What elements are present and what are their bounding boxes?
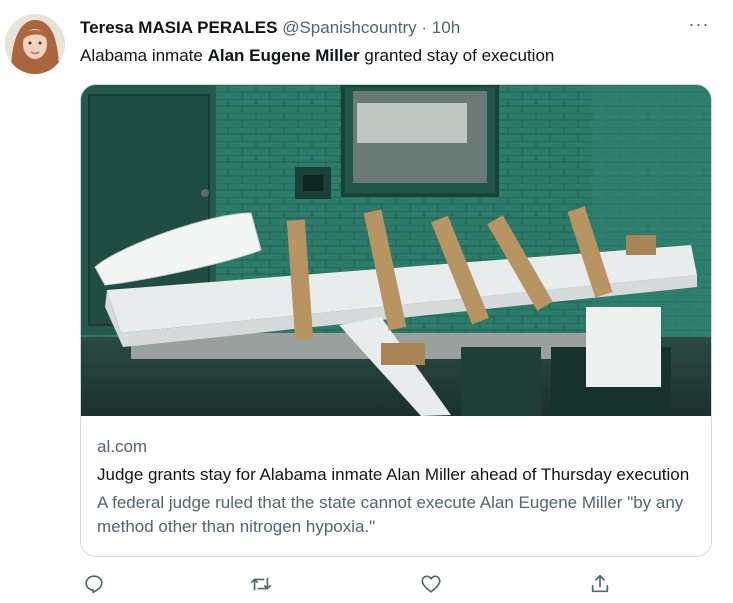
card-description: A federal judge ruled that the state can… [97, 493, 684, 536]
tweet[interactable]: Teresa MASIA PERALES @Spanishcountry · 1… [0, 0, 733, 603]
retweet-button[interactable] [247, 570, 275, 598]
card-body: al.com Judge grants stay for Alabama inm… [97, 435, 697, 539]
tweet-header: Teresa MASIA PERALES @Spanishcountry · 1… [80, 17, 460, 39]
share-button[interactable] [586, 570, 614, 598]
avatar[interactable] [5, 14, 65, 74]
card-image[interactable] [81, 85, 711, 416]
share-icon [591, 574, 609, 593]
link-card[interactable]: al.com Judge grants stay for Alabama inm… [80, 84, 712, 557]
reply-button[interactable] [80, 570, 108, 598]
retweet-icon [251, 577, 271, 591]
card-title[interactable]: Judge grants stay for Alabama inmate Ala… [97, 463, 697, 487]
timestamp[interactable]: 10h [432, 18, 460, 37]
tweet-text-before: Alabama inmate [80, 46, 208, 65]
like-button[interactable] [417, 570, 445, 598]
heart-icon [421, 575, 441, 593]
tweet-text-after: granted stay of execution [359, 46, 555, 65]
reply-icon [85, 575, 103, 594]
tweet-text-bold: Alan Eugene Miller [207, 46, 360, 65]
tweet-actions [80, 570, 620, 598]
display-name[interactable]: Teresa MASIA PERALES [80, 18, 277, 37]
user-handle[interactable]: @Spanishcountry [282, 18, 416, 37]
tweet-text: Alabama inmate Alan Eugene Miller grante… [80, 45, 554, 67]
card-domain: al.com [97, 437, 148, 456]
more-options-icon[interactable]: ··· [687, 15, 711, 36]
separator: · [421, 18, 428, 37]
